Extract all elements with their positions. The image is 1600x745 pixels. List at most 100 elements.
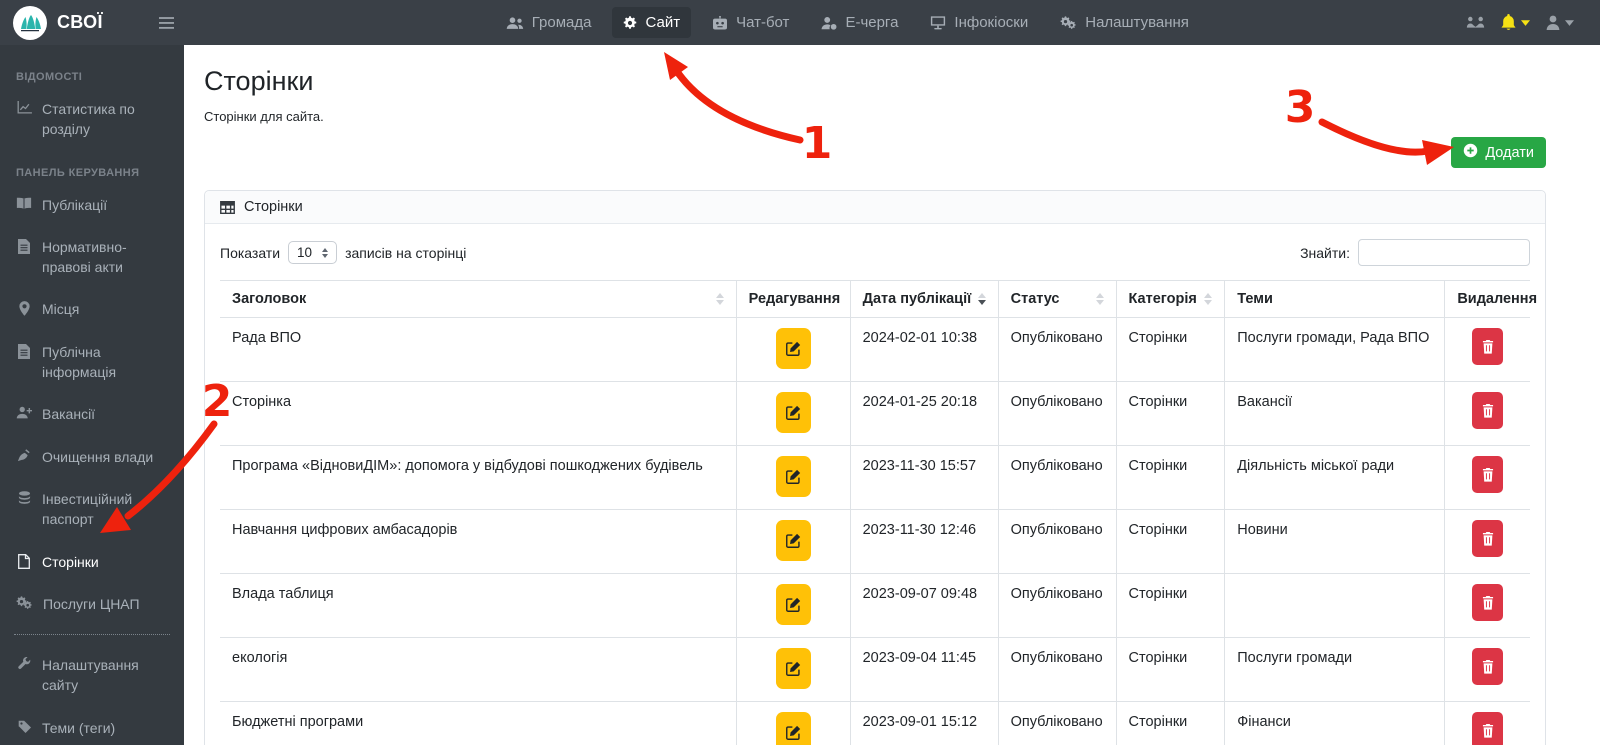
gear-icon	[623, 15, 637, 30]
partners-icon[interactable]	[1466, 16, 1485, 29]
sort-arrows-icon	[1204, 292, 1213, 306]
delete-button[interactable]	[1472, 584, 1504, 621]
robot-icon	[712, 15, 728, 30]
cell-publish-date: 2023-09-01 15:12	[849, 701, 999, 745]
topnav-item-e-cherga[interactable]: Е-черга	[810, 7, 909, 38]
edit-button[interactable]	[775, 520, 811, 561]
cell-publish-date: 2024-01-25 20:18	[849, 381, 999, 446]
hamburger-menu-icon[interactable]	[158, 16, 174, 29]
sidebar-item-statistics[interactable]: Статистика по розділу	[0, 88, 184, 151]
delete-button[interactable]	[1472, 392, 1504, 429]
cell-title: Влада таблиця	[220, 573, 737, 638]
map-pin-icon	[16, 301, 32, 317]
pencil-square-icon	[785, 405, 801, 420]
cell-publish-date: 2024-02-01 10:38	[849, 317, 999, 382]
cell-category: Сторінки	[1115, 701, 1225, 745]
delete-button[interactable]	[1472, 648, 1504, 685]
edit-button[interactable]	[775, 456, 811, 497]
delete-button[interactable]	[1472, 520, 1504, 557]
wrench-icon	[16, 657, 32, 670]
sidebar-item-cnap-services[interactable]: Послуги ЦНАП	[0, 583, 184, 625]
column-header-7: Видалення	[1444, 280, 1537, 318]
delete-button[interactable]	[1472, 328, 1504, 365]
trash-icon	[1482, 339, 1494, 354]
pages-table: Заголовок Редагування Дата публікації Стату…	[220, 280, 1537, 745]
cell-title: Рада ВПО	[220, 317, 737, 382]
add-button[interactable]: Додати	[1451, 137, 1546, 168]
topnav-item-gromada[interactable]: Громада	[495, 7, 603, 38]
delete-button[interactable]	[1472, 712, 1504, 745]
cell-delete	[1444, 701, 1530, 745]
cell-topics: Новини	[1224, 509, 1445, 574]
cell-status: Опубліковано	[997, 573, 1117, 638]
pencil-square-icon	[785, 725, 801, 740]
sidebar-item-pages[interactable]: Сторінки	[0, 541, 184, 583]
user-icon	[1546, 15, 1560, 30]
column-header-4[interactable]: Статус	[997, 280, 1117, 318]
topbar: СВОЇ Громада Сайт Чат-бот Е-черга Інфокіоски…	[0, 0, 1600, 45]
sidebar-divider	[14, 634, 170, 636]
cell-edit	[735, 381, 851, 446]
cell-category: Сторінки	[1115, 381, 1225, 446]
sidebar-item-places[interactable]: Місця	[0, 288, 184, 330]
sidebar-item-publications[interactable]: Публікації	[0, 184, 184, 226]
doc-lines-icon	[16, 343, 32, 359]
cell-delete	[1444, 317, 1530, 382]
edit-button[interactable]	[775, 584, 811, 625]
cell-topics: Вакансії	[1224, 381, 1445, 446]
sidebar-item-legal-acts[interactable]: Нормативно-правові акти	[0, 226, 184, 289]
search-input[interactable]	[1358, 239, 1530, 266]
pencil-square-icon	[785, 469, 801, 484]
user-menu[interactable]	[1546, 15, 1574, 30]
trash-icon	[1482, 595, 1494, 610]
user-plus-icon	[16, 406, 32, 419]
sort-arrows-icon	[1095, 292, 1104, 306]
chart-line-icon	[16, 101, 32, 114]
sort-arrows-icon	[977, 292, 986, 306]
topnav-item-sait[interactable]: Сайт	[612, 7, 692, 38]
show-label: Показати	[220, 244, 281, 261]
delete-button[interactable]	[1472, 456, 1504, 493]
records-label: записів на сторінці	[345, 244, 467, 261]
topnav-item-nalashtuvannia[interactable]: Налаштування	[1049, 7, 1200, 38]
top-navigation: Громада Сайт Чат-бот Е-черга Інфокіоски Налаш…	[229, 7, 1466, 38]
edit-button[interactable]	[775, 712, 811, 745]
column-header-1[interactable]: Заголовок	[220, 280, 737, 318]
notifications-menu[interactable]	[1501, 14, 1530, 31]
page-size-select[interactable]: 10	[288, 241, 338, 264]
sidebar-item-tags[interactable]: Теми (теги)	[0, 707, 184, 745]
trash-icon	[1482, 531, 1494, 546]
cell-edit	[735, 317, 851, 382]
edit-button[interactable]	[775, 328, 811, 369]
topnav-item-infokiosky[interactable]: Інфокіоски	[919, 7, 1039, 38]
cell-topics: Фінанси	[1224, 701, 1445, 745]
edit-button[interactable]	[775, 648, 811, 689]
column-header-3[interactable]: Дата публікації	[849, 280, 999, 318]
book-icon	[16, 197, 32, 210]
cell-category: Сторінки	[1115, 637, 1225, 702]
users-icon	[506, 16, 524, 30]
cell-category: Сторінки	[1115, 317, 1225, 382]
cell-title: Сторінка	[220, 381, 737, 446]
cell-edit	[735, 573, 851, 638]
sidebar-item-public-info[interactable]: Публічна інформація	[0, 331, 184, 394]
column-header-5[interactable]: Категорія	[1115, 280, 1225, 318]
sidebar-item-lustration[interactable]: Очищення влади	[0, 436, 184, 478]
table-row: Бюджетні програми 2023-09-01 15:12 Опублік…	[220, 701, 1530, 745]
sidebar: ВІДОМОСТІ Статистика по розділу ПАНЕЛЬ КЕР…	[0, 45, 184, 745]
plus-circle-icon	[1463, 143, 1478, 162]
gears-icon	[16, 596, 33, 610]
sidebar-item-site-settings[interactable]: Налаштування сайту	[0, 644, 184, 707]
table-row: Навчання цифрових амбасадорів 2023-11-30 …	[220, 509, 1530, 574]
edit-button[interactable]	[775, 392, 811, 433]
sidebar-item-vacancies[interactable]: Вакансії	[0, 393, 184, 435]
topnav-item-chat-bot[interactable]: Чат-бот	[701, 7, 800, 38]
cell-category: Сторінки	[1115, 445, 1225, 510]
sort-arrows-icon	[715, 292, 724, 306]
brand[interactable]: СВОЇ	[0, 5, 103, 40]
sidebar-item-investment-passport[interactable]: Інвестиційний паспорт	[0, 478, 184, 541]
cell-title: екологія	[220, 637, 737, 702]
caret-down-icon	[1521, 19, 1530, 26]
notifications-bell-icon	[1501, 14, 1516, 31]
trash-icon	[1482, 723, 1494, 738]
